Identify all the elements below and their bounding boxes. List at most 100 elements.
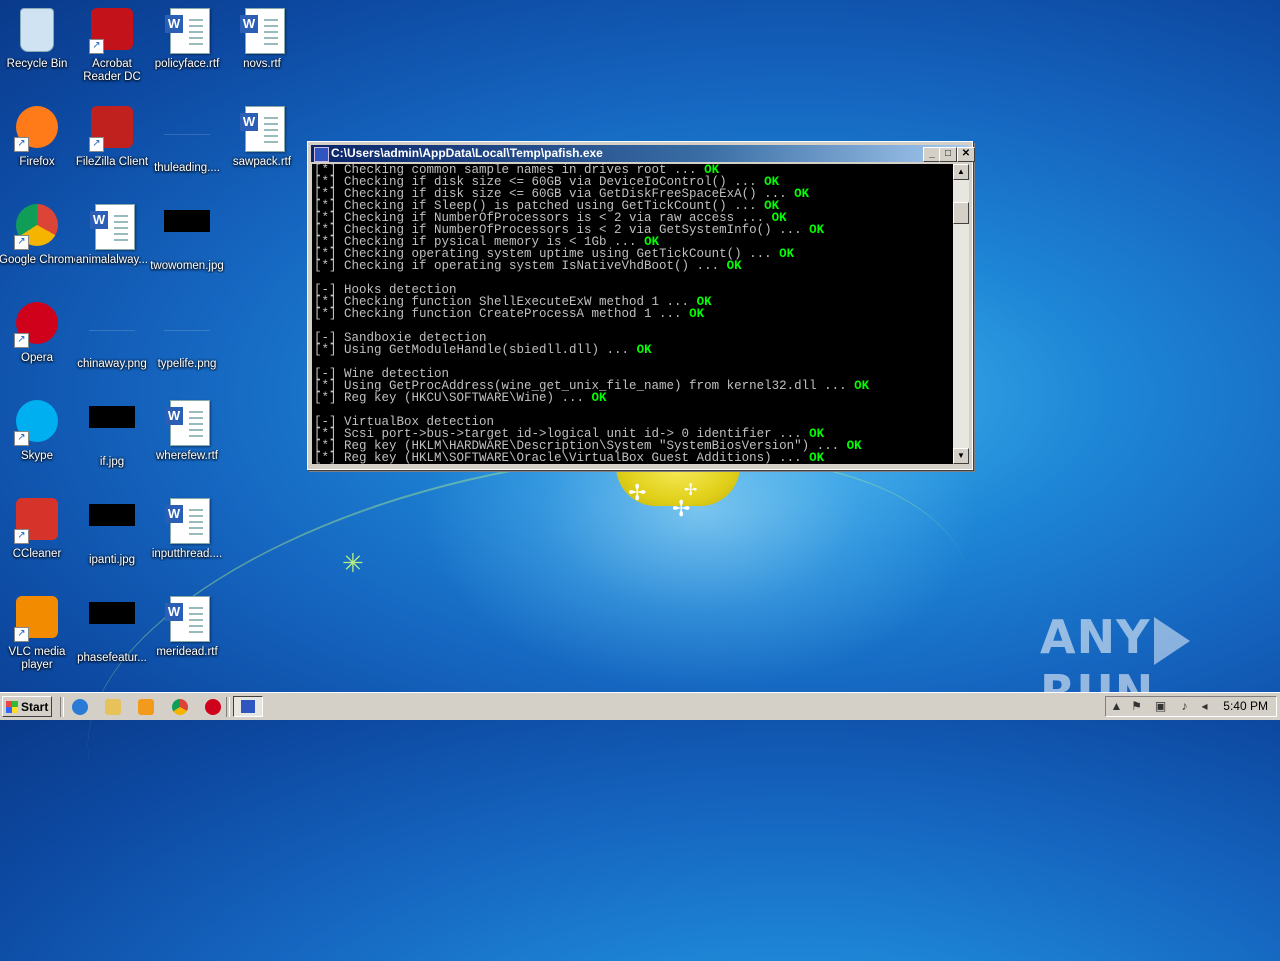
desktop-icon[interactable]: ↗ Skype bbox=[0, 394, 75, 463]
desktop-icon-label: Skype bbox=[21, 450, 53, 462]
acrobat-icon: ↗ bbox=[89, 8, 135, 54]
taskbar-item-console[interactable] bbox=[233, 696, 263, 717]
desktop-icon[interactable]: ↗ Opera bbox=[0, 296, 75, 365]
desktop-icon[interactable]: Wpolicyface.rtf bbox=[149, 2, 225, 71]
desktop-icon[interactable]: ↗ Acrobat Reader DC bbox=[74, 2, 150, 84]
desktop-icon[interactable]: Recycle Bin bbox=[0, 2, 75, 71]
status-ok: OK bbox=[779, 247, 795, 261]
desktop-icon-label: sawpack.rtf bbox=[232, 156, 292, 168]
desktop-icon-label: CCleaner bbox=[12, 548, 62, 560]
desktop-icon[interactable]: thuleading.... bbox=[149, 100, 225, 175]
image-file-icon bbox=[89, 504, 135, 550]
desktop-icon[interactable]: ipanti.jpg bbox=[74, 492, 150, 567]
desktop-icon-label: twowomen.jpg bbox=[150, 260, 224, 272]
console-output[interactable]: [*] Checking common sample names in driv… bbox=[312, 164, 953, 464]
image-file-icon bbox=[164, 308, 210, 354]
desktop-icon[interactable]: ↗ CCleaner bbox=[0, 492, 75, 561]
taskbar: Start ▲ ⚑ ▣ ♪ ◂ 5:40 PM bbox=[0, 692, 1280, 720]
desktop-icon[interactable]: Wsawpack.rtf bbox=[224, 100, 300, 169]
console-line: [*] Using GetModuleHandle(sbiedll.dll) .… bbox=[312, 343, 953, 357]
clock[interactable]: 5:40 PM bbox=[1223, 697, 1268, 716]
desktop-icon-label: ipanti.jpg bbox=[88, 554, 136, 566]
flag-icon[interactable]: ⚑ bbox=[1130, 700, 1143, 713]
shortcut-arrow-icon: ↗ bbox=[14, 627, 29, 642]
system-tray: ▲ ⚑ ▣ ♪ ◂ 5:40 PM bbox=[1105, 696, 1277, 717]
media-player-icon[interactable] bbox=[138, 699, 154, 715]
explorer-folder-icon[interactable] bbox=[105, 699, 121, 715]
close-button[interactable]: ✕ bbox=[957, 147, 975, 162]
scroll-thumb[interactable] bbox=[953, 202, 969, 224]
chrome-icon[interactable] bbox=[172, 699, 188, 715]
desktop-icon-label: VLC media player bbox=[8, 646, 66, 671]
opera-icon[interactable] bbox=[205, 699, 221, 715]
status-ok: OK bbox=[591, 391, 607, 405]
console-line: [*] Reg key (HKLM\SOFTWARE\Oracle\Virtua… bbox=[312, 452, 953, 464]
console-app-icon bbox=[314, 147, 329, 162]
maximize-button[interactable]: □ bbox=[939, 147, 957, 162]
desktop-icon-label: Firefox bbox=[19, 156, 55, 168]
vertical-scrollbar[interactable]: ▲ ▼ bbox=[953, 164, 969, 464]
desktop-icon[interactable]: Wanimalalway... bbox=[74, 198, 150, 267]
desktop-icon-label: if.jpg bbox=[99, 456, 125, 468]
console-app-icon bbox=[241, 700, 255, 713]
status-ok: OK bbox=[809, 451, 825, 464]
desktop-icon[interactable]: chinaway.png bbox=[74, 296, 150, 371]
ie-icon[interactable] bbox=[72, 699, 88, 715]
shortcut-arrow-icon: ↗ bbox=[89, 39, 104, 54]
console-line: [*] Checking function CreateProcessA met… bbox=[312, 307, 953, 321]
word-document-icon: W bbox=[239, 8, 285, 54]
status-ok: OK bbox=[809, 223, 825, 237]
desktop-icon[interactable]: ↗ VLC media player bbox=[0, 590, 75, 672]
console-line: [*] Checking if operating system IsNativ… bbox=[312, 259, 953, 273]
desktop-icon-label: Acrobat Reader DC bbox=[83, 58, 141, 83]
desktop-icon-label: inputthread.... bbox=[151, 548, 223, 560]
console-window[interactable]: C:\Users\admin\AppData\Local\Temp\pafish… bbox=[307, 141, 975, 470]
desktop-icon[interactable]: twowomen.jpg bbox=[149, 198, 225, 273]
scroll-down-button[interactable]: ▼ bbox=[953, 448, 969, 464]
word-document-icon: W bbox=[164, 596, 210, 642]
speaker-muted-icon[interactable]: ◂ bbox=[1198, 700, 1211, 713]
desktop-icon[interactable]: ↗ Firefox bbox=[0, 100, 75, 169]
recycle-bin-icon bbox=[14, 8, 60, 54]
network-icon[interactable]: ▣ bbox=[1154, 700, 1167, 713]
chrome-icon: ↗ bbox=[14, 204, 60, 250]
console-line-text: [*] Using GetModuleHandle(sbiedll.dll) .… bbox=[314, 343, 637, 357]
console-line-text: [*] Checking if operating system IsNativ… bbox=[314, 259, 727, 273]
word-document-icon: W bbox=[164, 8, 210, 54]
desktop-icon[interactable]: phasefeatur... bbox=[74, 590, 150, 665]
desktop-icon[interactable]: if.jpg bbox=[74, 394, 150, 469]
volume-icon[interactable]: ♪ bbox=[1178, 700, 1191, 713]
desktop-icon[interactable]: Wwherefew.rtf bbox=[149, 394, 225, 463]
vlc-icon: ↗ bbox=[14, 596, 60, 642]
desktop-icon-label: animalalway... bbox=[75, 254, 148, 266]
shortcut-arrow-icon: ↗ bbox=[14, 529, 29, 544]
wallpaper-sparkle: ✢ bbox=[684, 482, 698, 499]
desktop-icon[interactable]: Wnovs.rtf bbox=[224, 2, 300, 71]
desktop-icon-label: Recycle Bin bbox=[6, 58, 68, 70]
desktop-icon-label: novs.rtf bbox=[243, 58, 281, 70]
desktop-icon[interactable]: Wmeridead.rtf bbox=[149, 590, 225, 659]
console-line-text: [*] Checking function CreateProcessA met… bbox=[314, 307, 690, 321]
word-document-icon: W bbox=[89, 204, 135, 250]
console-titlebar[interactable]: C:\Users\admin\AppData\Local\Temp\pafish… bbox=[311, 145, 975, 162]
taskbar-separator bbox=[226, 697, 230, 717]
console-line: [*] Reg key (HKCU\SOFTWARE\Wine) ... OK bbox=[312, 391, 953, 405]
shortcut-arrow-icon: ↗ bbox=[14, 137, 29, 152]
scroll-up-button[interactable]: ▲ bbox=[953, 164, 969, 180]
desktop-icon[interactable]: Winputthread.... bbox=[149, 492, 225, 561]
desktop-icon[interactable]: typelife.png bbox=[149, 296, 225, 371]
word-document-icon: W bbox=[164, 498, 210, 544]
desktop-icon-label: policyface.rtf bbox=[154, 58, 220, 70]
desktop-icon[interactable]: ↗ FileZilla Client bbox=[74, 100, 150, 169]
console-line-text: [*] Reg key (HKCU\SOFTWARE\Wine) ... bbox=[314, 391, 592, 405]
desktop-icon-label: FileZilla Client bbox=[75, 156, 149, 168]
opera-icon: ↗ bbox=[14, 302, 60, 348]
start-button[interactable]: Start bbox=[2, 696, 52, 717]
desktop-icon[interactable]: ↗ Google Chrome bbox=[0, 198, 75, 267]
desktop-icon-label: chinaway.png bbox=[77, 358, 147, 370]
image-file-icon bbox=[89, 406, 135, 452]
status-ok: OK bbox=[726, 259, 742, 273]
chevron-up-icon[interactable]: ▲ bbox=[1110, 700, 1123, 713]
shortcut-arrow-icon: ↗ bbox=[89, 137, 104, 152]
ccleaner-icon: ↗ bbox=[14, 498, 60, 544]
